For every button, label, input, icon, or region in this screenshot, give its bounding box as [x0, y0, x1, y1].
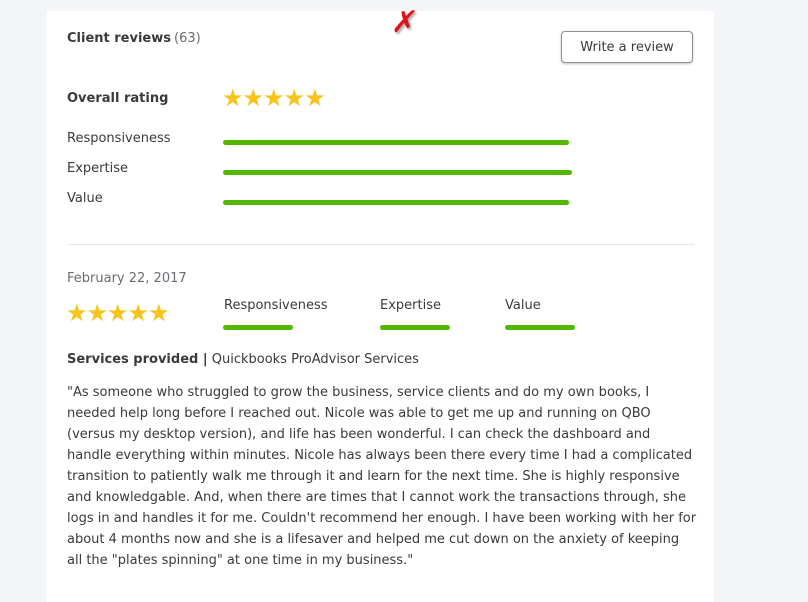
red-x-mark-icon: ✗: [389, 5, 420, 40]
overall-value-label: Value: [67, 191, 103, 206]
client-reviews-card: Client reviews (63) ✗ Write a review Over…: [47, 5, 714, 602]
overall-rating-stars: ★ ★ ★ ★ ★: [222, 84, 326, 112]
overall-star-icon: ★: [242, 84, 265, 112]
overall-star-icon: ★: [283, 84, 306, 112]
services-provided: Services provided | Quickbooks ProAdviso…: [67, 352, 419, 367]
write-review-button[interactable]: Write a review: [561, 31, 693, 63]
review-date: February 22, 2017: [67, 271, 187, 286]
review-value-label: Value: [505, 298, 541, 313]
review-responsiveness-bar: [223, 325, 293, 330]
overall-value-bar-fill: [223, 200, 569, 205]
review-expertise-label: Expertise: [380, 298, 441, 313]
client-reviews-heading: Client reviews (63): [67, 31, 201, 46]
overall-expertise-bar-fill: [223, 170, 572, 175]
overall-star-icon: ★: [263, 84, 285, 112]
review-responsiveness-label: Responsiveness: [224, 298, 328, 313]
overall-responsiveness-bar-fill: [223, 140, 569, 145]
review-star-icon: ★: [66, 299, 88, 327]
review-star-icon: ★: [127, 299, 150, 327]
overall-value-bar: [223, 200, 572, 205]
review-value-bar-fill: [505, 325, 575, 330]
review-text: "As someone who struggled to grow the bu…: [67, 385, 697, 568]
overall-responsiveness-label: Responsiveness: [67, 131, 171, 146]
overall-expertise-bar: [223, 170, 572, 175]
review-star-icon: ★: [86, 299, 109, 327]
review-count: (63): [174, 31, 201, 46]
services-provided-value: Quickbooks ProAdvisor Services: [211, 352, 419, 367]
overall-responsiveness-bar: [223, 140, 572, 145]
review-star-icon: ★: [107, 299, 129, 327]
section-divider: [67, 244, 694, 245]
review-responsiveness-bar-fill: [223, 325, 293, 330]
overall-star-icon: ★: [304, 84, 326, 112]
review-expertise-bar: [380, 325, 450, 330]
overall-star-icon: ★: [222, 84, 244, 112]
services-provided-label: Services provided |: [67, 352, 208, 367]
overall-rating-label: Overall rating: [67, 91, 169, 106]
overall-expertise-label: Expertise: [67, 161, 128, 176]
review-expertise-bar-fill: [380, 325, 450, 330]
client-reviews-title: Client reviews: [67, 31, 171, 46]
review-value-bar: [505, 325, 575, 330]
review-rating-stars: ★ ★ ★ ★ ★: [66, 299, 170, 327]
review-star-icon: ★: [148, 299, 170, 327]
